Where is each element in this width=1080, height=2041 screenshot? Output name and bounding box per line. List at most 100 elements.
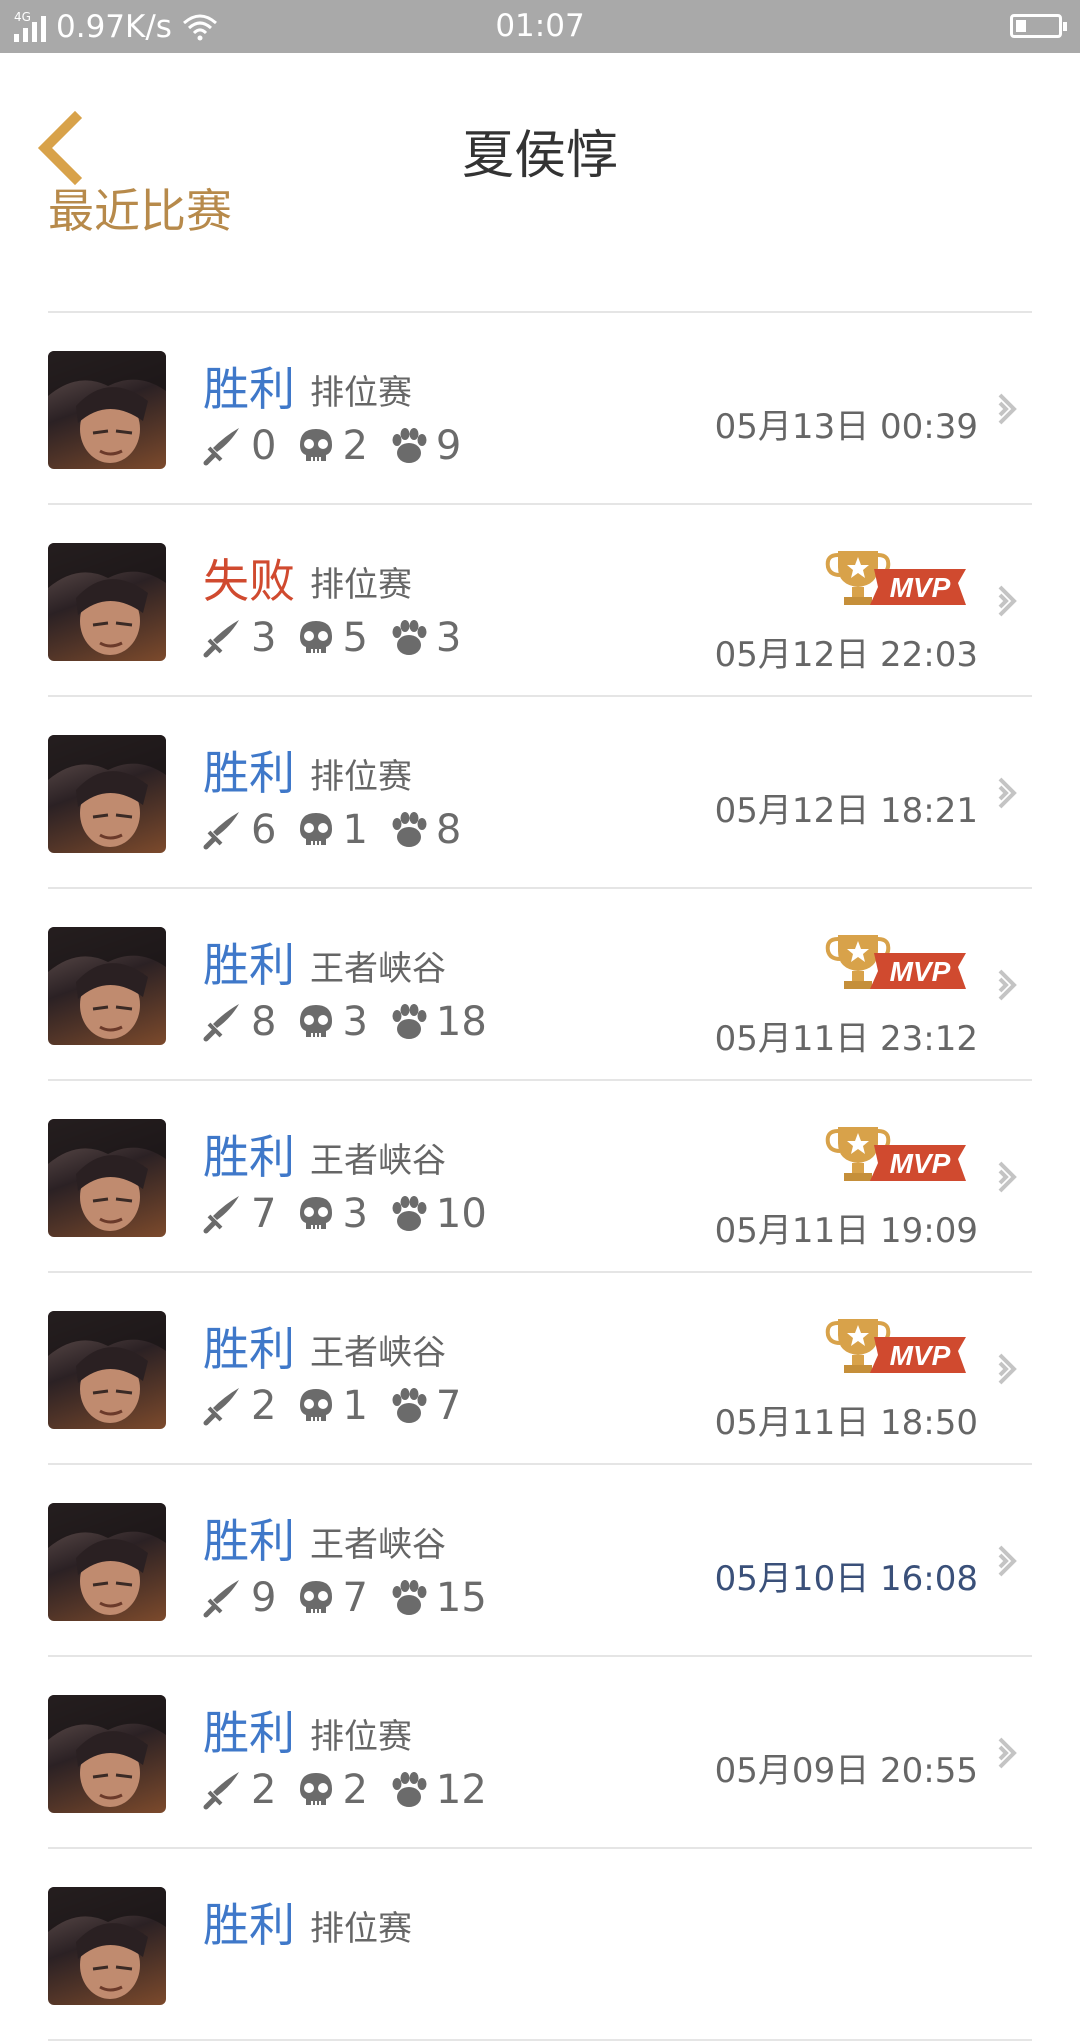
- hero-avatar: [48, 927, 166, 1045]
- kills-stat: 2: [203, 1767, 276, 1813]
- hero-avatar: [48, 1311, 166, 1429]
- deaths-stat: 1: [298, 807, 368, 853]
- chevron-right-icon[interactable]: [996, 773, 1020, 813]
- deaths-stat: 5: [298, 615, 368, 661]
- mvp-badge: MVP: [825, 1127, 966, 1181]
- assists-stat: 3: [390, 615, 461, 661]
- match-mode: 排位赛: [310, 373, 412, 413]
- paw-icon: [392, 1580, 427, 1615]
- deaths-stat: 2: [298, 423, 368, 469]
- deaths-value: 3: [342, 1191, 368, 1237]
- deaths-stat: 1: [298, 1383, 368, 1429]
- deaths-value: 5: [342, 615, 368, 661]
- match-row[interactable]: 胜利 王者峡谷 9 7 15 05月10日 16:08: [48, 1465, 1032, 1657]
- match-row[interactable]: 胜利 排位赛 2 2 12 05月09日 20:55: [48, 1657, 1032, 1849]
- kills-value: 6: [251, 807, 277, 853]
- match-date: 05月10日 16:08: [714, 1559, 978, 1599]
- paw-icon: [392, 1004, 427, 1039]
- match-result: 胜利: [203, 1514, 295, 1568]
- assists-stat: 15: [390, 1575, 487, 1621]
- kda-stats: 2 1 7: [203, 1383, 483, 1429]
- chevron-right-icon[interactable]: [996, 965, 1020, 1005]
- kda-stats: 2 2 12: [203, 1767, 509, 1813]
- svg-text:MVP: MVP: [890, 1340, 951, 1371]
- kills-stat: 3: [203, 615, 276, 661]
- match-row[interactable]: 胜利 王者峡谷 8 3 18 MVP 05月11日 23:12: [48, 889, 1032, 1081]
- match-result: 胜利: [203, 938, 295, 992]
- sword-icon: [203, 620, 239, 658]
- skull-icon: [300, 621, 333, 655]
- paw-icon: [392, 620, 427, 655]
- skull-icon: [300, 1197, 333, 1231]
- kda-stats: 9 7 15: [203, 1575, 509, 1621]
- match-row[interactable]: 胜利 排位赛 0 2 9 05月13日 00:39: [48, 313, 1032, 505]
- sword-icon: [203, 1580, 239, 1618]
- match-row[interactable]: 胜利 王者峡谷 2 1 7 MVP 05月11日 18:50: [48, 1273, 1032, 1465]
- match-result: 胜利: [203, 362, 295, 416]
- kills-value: 0: [251, 423, 277, 469]
- assists-value: 15: [435, 1575, 487, 1621]
- match-date: 05月11日 19:09: [714, 1211, 978, 1251]
- kills-value: 2: [251, 1383, 277, 1429]
- match-result: 胜利: [203, 1898, 295, 1952]
- sword-icon: [203, 812, 239, 850]
- kda-stats: 7 3 10: [203, 1191, 509, 1237]
- assists-stat: 18: [390, 999, 487, 1045]
- match-row[interactable]: 胜利 排位赛 6 1 8 05月12日 18:21: [48, 697, 1032, 889]
- deaths-value: 1: [342, 1383, 368, 1429]
- assists-stat: 7: [390, 1383, 461, 1429]
- section-title: 最近比赛: [48, 184, 232, 238]
- kills-value: 7: [251, 1191, 277, 1237]
- match-row[interactable]: 胜利 排位赛: [48, 1849, 1032, 2041]
- sword-icon: [203, 1196, 239, 1234]
- skull-icon: [300, 1773, 333, 1807]
- kda-stats: 3 5 3: [203, 615, 483, 661]
- match-result: 胜利: [203, 1322, 295, 1376]
- deaths-stat: 7: [298, 1575, 368, 1621]
- chevron-right-icon[interactable]: [996, 1157, 1020, 1197]
- kills-stat: 6: [203, 807, 276, 853]
- paw-icon: [392, 812, 427, 847]
- deaths-stat: 3: [298, 1191, 368, 1237]
- assists-stat: 8: [390, 807, 461, 853]
- match-date: 05月11日 18:50: [714, 1403, 978, 1443]
- hero-avatar: [48, 735, 166, 853]
- kills-stat: 9: [203, 1575, 276, 1621]
- chevron-right-icon[interactable]: [996, 389, 1020, 429]
- match-mode: 排位赛: [310, 565, 412, 605]
- match-date: 05月13日 00:39: [714, 407, 978, 447]
- match-result: 失败: [203, 554, 295, 608]
- match-date: 05月09日 20:55: [714, 1751, 978, 1791]
- chevron-right-icon[interactable]: [996, 1349, 1020, 1389]
- kills-stat: 0: [203, 423, 276, 469]
- hero-avatar: [48, 1503, 166, 1621]
- match-result: 胜利: [203, 1130, 295, 1184]
- deaths-value: 3: [342, 999, 368, 1045]
- assists-value: 10: [435, 1191, 487, 1237]
- deaths-stat: 3: [298, 999, 368, 1045]
- deaths-value: 2: [342, 423, 368, 469]
- mvp-badge: MVP: [825, 551, 966, 605]
- match-row[interactable]: 失败 排位赛 3 5 3 MVP 05月12日 22:03: [48, 505, 1032, 697]
- match-result: 胜利: [203, 746, 295, 800]
- status-bar: 4G 0.97K/s 01:07: [0, 0, 1080, 53]
- chevron-right-icon[interactable]: [996, 1541, 1020, 1581]
- skull-icon: [300, 813, 333, 847]
- assists-value: 12: [435, 1767, 487, 1813]
- hero-avatar: [48, 543, 166, 661]
- match-result: 胜利: [203, 1706, 295, 1760]
- match-mode: 排位赛: [310, 757, 412, 797]
- kills-stat: 2: [203, 1383, 276, 1429]
- kda-stats: 8 3 18: [203, 999, 509, 1045]
- kills-value: 9: [251, 1575, 277, 1621]
- chevron-right-icon[interactable]: [996, 581, 1020, 621]
- match-row[interactable]: 胜利 王者峡谷 7 3 10 MVP 05月11日 19:09: [48, 1081, 1032, 1273]
- status-time: 01:07: [495, 8, 585, 44]
- skull-icon: [300, 1389, 333, 1423]
- match-date: 05月12日 22:03: [714, 635, 978, 675]
- kills-value: 8: [251, 999, 277, 1045]
- match-mode: 王者峡谷: [310, 1333, 446, 1373]
- chevron-right-icon[interactable]: [996, 1733, 1020, 1773]
- paw-icon: [392, 1196, 427, 1231]
- assists-value: 7: [435, 1383, 462, 1429]
